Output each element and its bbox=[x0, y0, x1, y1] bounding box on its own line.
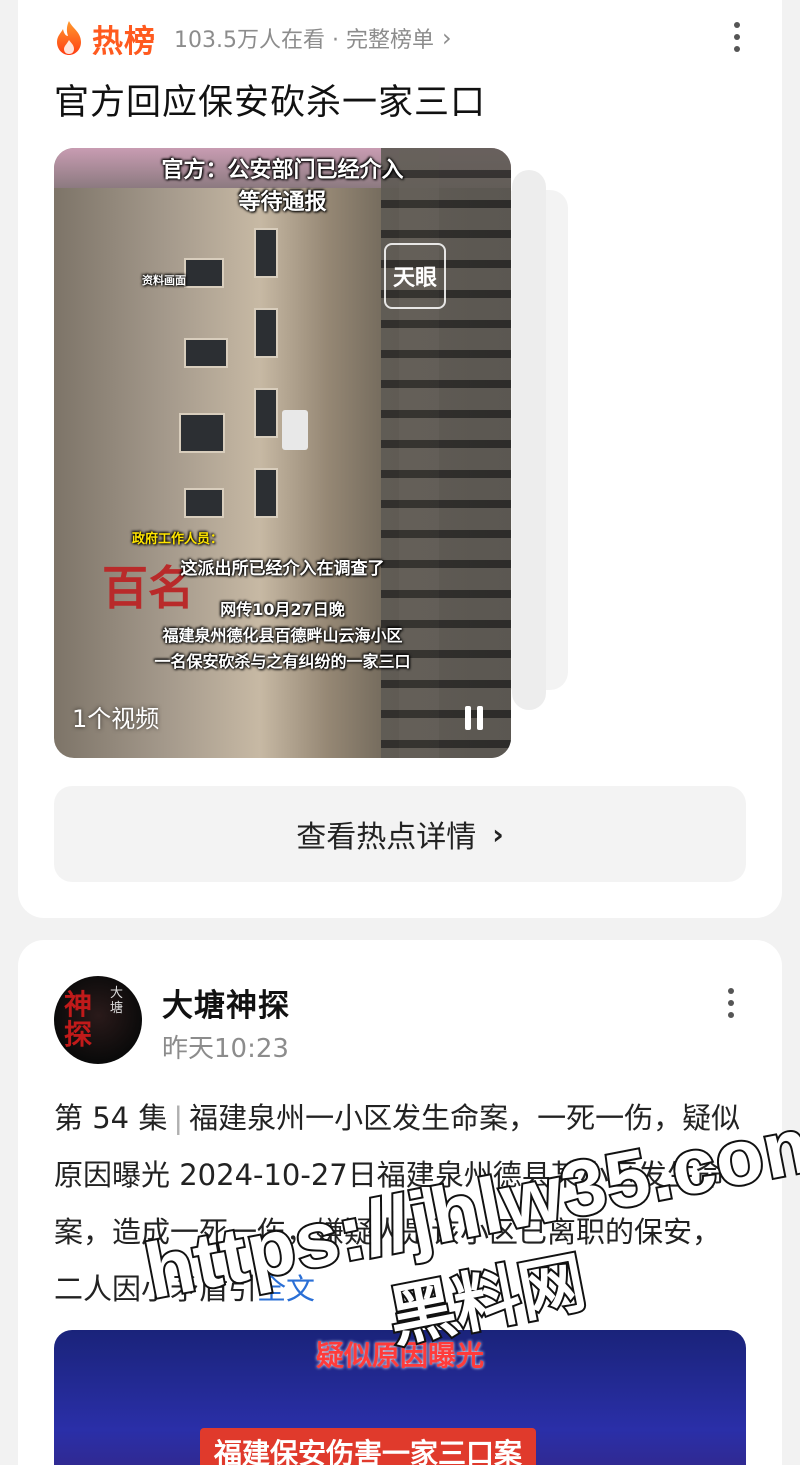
hot-topic-headline[interactable]: 官方回应保安砍杀一家三口 bbox=[54, 74, 486, 125]
separator: | bbox=[173, 1101, 184, 1135]
video-caption: 这派出所已经介入在调查了 bbox=[180, 559, 385, 579]
video-caption: 等待通报 bbox=[238, 190, 327, 215]
post-timestamp: 昨天10:23 bbox=[162, 1034, 289, 1064]
video-scene-window bbox=[254, 468, 278, 518]
air-conditioner-unit bbox=[282, 410, 308, 450]
video-caption: 网传10月27日晚 bbox=[220, 600, 345, 619]
video-caption: 一名保安砍杀与之有纠纷的一家三口 bbox=[154, 652, 411, 671]
more-options-icon[interactable] bbox=[734, 22, 742, 52]
viewer-count: 103.5万人在看 · 完整榜单 bbox=[174, 28, 434, 53]
episode-label: 第 54 集 bbox=[54, 1101, 168, 1135]
video-scene-window bbox=[184, 338, 228, 368]
chevron-right-icon: › bbox=[441, 24, 452, 52]
archive-footage-label: 资料画面 bbox=[142, 274, 186, 287]
video-scene-window bbox=[184, 488, 224, 518]
video-caption: 福建泉州德化县百德畔山云海小区 bbox=[162, 626, 403, 645]
video-caption: 疑似原因曝光 bbox=[315, 1339, 484, 1372]
avatar[interactable]: 神探 大塘 bbox=[54, 976, 142, 1064]
video-caption: 官方：公安部门已经介入 bbox=[161, 158, 404, 183]
speaker-label: 政府工作人员： bbox=[132, 532, 224, 547]
avatar-side-text: 大塘 bbox=[110, 986, 124, 1016]
post-card: 神探 大塘 大塘神探 昨天10:23 第 54 集 | 福建泉州一小区发生命案，一死… bbox=[18, 940, 782, 1465]
video-scene-window bbox=[254, 228, 278, 278]
video-thumbnail[interactable]: 官方：公安部门已经介入 等待通报 资料画面 天眼 百名 政府工作人员： 这派出所… bbox=[54, 148, 511, 758]
stacked-card-shadow bbox=[512, 170, 546, 710]
more-options-icon[interactable] bbox=[728, 988, 736, 1018]
flame-icon bbox=[57, 21, 81, 55]
news-logo: 天眼 bbox=[384, 243, 446, 309]
avatar-text: 神探 bbox=[64, 988, 93, 1051]
hot-list-card: 热榜 103.5万人在看 · 完整榜单 › 官方回应保安砍杀一家三口 官方：公安… bbox=[18, 0, 782, 918]
video-scene-window bbox=[254, 388, 278, 438]
hot-list-title: 热榜 bbox=[92, 23, 156, 60]
post-video-thumbnail[interactable]: 疑似原因曝光 福建保安伤害一家三口案 bbox=[54, 1330, 746, 1465]
video-scene-window bbox=[184, 258, 224, 288]
view-hot-detail-label: 查看热点详情 bbox=[296, 820, 477, 855]
post-body[interactable]: 第 54 集 | 福建泉州一小区发生命案，一死一伤，疑似原因曝光 2024-10-2… bbox=[54, 1090, 744, 1318]
video-count-label: 1个视频 bbox=[72, 705, 160, 733]
full-text-link[interactable]: 全文 bbox=[257, 1272, 315, 1306]
pause-icon[interactable] bbox=[465, 706, 483, 730]
video-scene-window bbox=[179, 413, 225, 453]
chevron-right-icon: › bbox=[492, 817, 504, 851]
view-hot-detail-button[interactable]: 查看热点详情 › bbox=[54, 786, 746, 882]
hot-list-header[interactable]: 热榜 103.5万人在看 · 完整榜单 › bbox=[54, 18, 452, 60]
video-scene-window bbox=[254, 308, 278, 358]
video-caption: 福建保安伤害一家三口案 bbox=[200, 1428, 537, 1465]
author-name[interactable]: 大塘神探 bbox=[162, 980, 290, 1025]
